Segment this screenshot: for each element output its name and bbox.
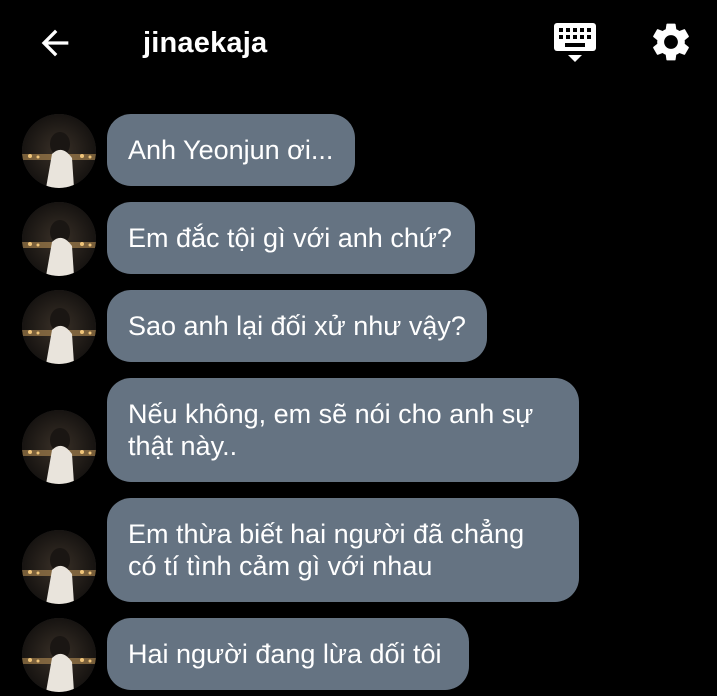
message-text: Anh Yeonjun ơi... — [128, 135, 334, 165]
avatar[interactable] — [22, 410, 96, 484]
avatar[interactable] — [22, 618, 96, 692]
message-bubble[interactable]: Em đắc tội gì với anh chứ? — [107, 202, 475, 274]
avatar-photo — [22, 202, 96, 276]
avatar-photo — [22, 410, 96, 484]
message-bubble[interactable]: Anh Yeonjun ơi... — [107, 114, 355, 186]
message-text-line: có tí tình cảm gì với nhau — [128, 551, 433, 581]
message-text: Hai người đang lừa dối tôi — [128, 639, 442, 669]
message-text-line: thật này.. — [128, 431, 238, 461]
message-text: Sao anh lại đối xử như vậy? — [128, 311, 466, 341]
avatar[interactable] — [22, 530, 96, 604]
message-list: Anh Yeonjun ơi... Em đắc tội gì với anh … — [0, 0, 717, 696]
message-bubble[interactable]: Sao anh lại đối xử như vậy? — [107, 290, 487, 362]
avatar-photo — [22, 530, 96, 604]
message-bubble[interactable]: Nếu không, em sẽ nói cho anh sự thật này… — [107, 378, 579, 482]
avatar-photo — [22, 290, 96, 364]
message-text: Em đắc tội gì với anh chứ? — [128, 223, 452, 253]
avatar[interactable] — [22, 202, 96, 276]
avatar-photo — [22, 618, 96, 692]
avatar-photo — [22, 114, 96, 188]
message-bubble[interactable]: Em thừa biết hai người đã chẳng có tí tì… — [107, 498, 579, 602]
message-text-line: Em thừa biết hai người đã chẳng — [128, 519, 525, 549]
avatar[interactable] — [22, 290, 96, 364]
avatar[interactable] — [22, 114, 96, 188]
message-text-line: Nếu không, em sẽ nói cho anh sự — [128, 399, 534, 429]
message-bubble[interactable]: Hai người đang lừa dối tôi — [107, 618, 469, 690]
